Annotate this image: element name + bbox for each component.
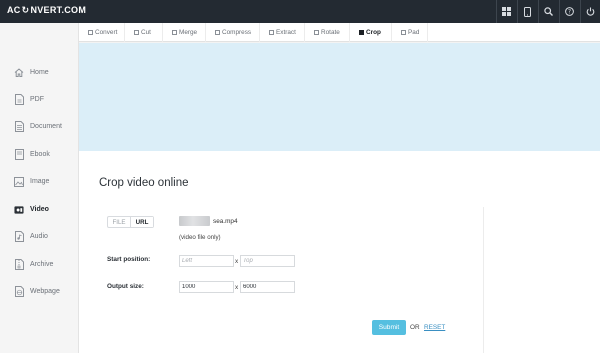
output-height-input[interactable] [240,281,295,293]
tab-convert[interactable]: Convert [79,23,125,42]
sidebar-item-label: Audio [30,233,48,240]
webpage-icon [14,286,24,297]
search-icon[interactable] [538,0,558,23]
file-type-note: (video file only) [179,234,221,241]
or-label: OR [410,324,420,331]
video-icon [14,204,24,215]
submit-button[interactable]: Submit [372,320,406,335]
audio-icon [14,231,24,242]
checkbox-icon [359,30,364,35]
sidebar-item-label: Document [30,123,62,130]
home-icon [14,67,24,78]
sidebar-item-document[interactable]: Document [0,113,79,140]
start-position-label: Start position: [107,256,151,263]
sidebar-item-label: Video [30,206,49,213]
tab-label: Extract [276,29,296,36]
ad-banner-area [79,43,600,151]
sidebar-item-label: Webpage [30,288,60,295]
tab-pad[interactable]: Pad [392,23,428,42]
file-thumbnail [179,216,210,226]
tab-merge[interactable]: Merge [163,23,206,42]
operation-tabs: Convert Cut Merge Compress Extract Rotat… [79,23,600,42]
sidebar-item-video[interactable]: Video [0,196,79,223]
grid-icon[interactable] [496,0,516,23]
power-icon[interactable] [580,0,600,23]
checkbox-icon [88,30,93,35]
start-top-input[interactable] [240,255,295,267]
file-source-tab[interactable]: FILE [108,217,130,227]
tab-label: Cut [141,29,151,36]
tab-extract[interactable]: Extract [260,23,305,42]
sidebar-nav: Home PDF Document Ebook Image Video Audi… [0,23,79,353]
tab-label: Convert [95,29,118,36]
top-icon-group: ? [495,0,600,23]
sidebar-item-home[interactable]: Home [0,59,79,86]
sidebar-item-label: Archive [30,261,54,268]
times-separator: x [235,258,239,265]
tab-label: Pad [408,29,420,36]
help-icon[interactable]: ? [559,0,579,23]
image-icon [14,176,24,187]
sidebar-item-image[interactable]: Image [0,168,79,195]
tab-label: Crop [366,29,381,36]
logo-refresh-icon: ↻ [21,5,30,15]
site-logo[interactable]: AC↻NVERT.COM [7,5,86,16]
checkbox-icon [172,30,177,35]
source-toggle: FILE URL [107,216,154,228]
divider [483,207,484,353]
tab-crop[interactable]: Crop [350,23,392,42]
output-width-input[interactable] [179,281,234,293]
tab-label: Rotate [321,29,340,36]
sidebar-item-ebook[interactable]: Ebook [0,141,79,168]
sidebar-item-label: PDF [30,96,44,103]
logo-text-left: AC [7,5,21,15]
svg-text:?: ? [568,9,571,16]
url-source-tab[interactable]: URL [130,217,153,227]
tab-label: Compress [222,29,252,36]
top-bar: AC↻NVERT.COM ? [0,0,600,23]
sidebar-item-label: Home [30,69,49,76]
tab-compress[interactable]: Compress [206,23,260,42]
sidebar-item-archive[interactable]: Archive [0,251,79,278]
archive-icon [14,259,24,270]
ebook-icon [14,149,24,160]
sidebar-item-webpage[interactable]: Webpage [0,278,79,305]
checkbox-icon [269,30,274,35]
crop-form-panel: Crop video online FILE URL sea.mp4 (vide… [79,151,600,353]
checkbox-icon [314,30,319,35]
times-separator: x [235,284,239,291]
sidebar-item-label: Image [30,178,50,185]
logo-text-right: NVERT.COM [30,5,87,15]
checkbox-icon [401,30,406,35]
checkbox-icon [134,30,139,35]
start-left-input[interactable] [179,255,234,267]
pdf-icon [14,94,24,105]
tab-label: Merge [179,29,198,36]
document-icon [14,121,24,132]
file-name: sea.mp4 [213,218,238,225]
reset-link[interactable]: RESET [424,324,445,331]
mobile-icon[interactable] [517,0,537,23]
tab-rotate[interactable]: Rotate [305,23,350,42]
output-size-label: Output size: [107,283,144,290]
checkbox-icon [215,30,220,35]
tab-cut[interactable]: Cut [125,23,163,42]
page-title: Crop video online [99,177,189,189]
sidebar-item-audio[interactable]: Audio [0,223,79,250]
sidebar-item-pdf[interactable]: PDF [0,86,79,113]
sidebar-item-label: Ebook [30,151,50,158]
